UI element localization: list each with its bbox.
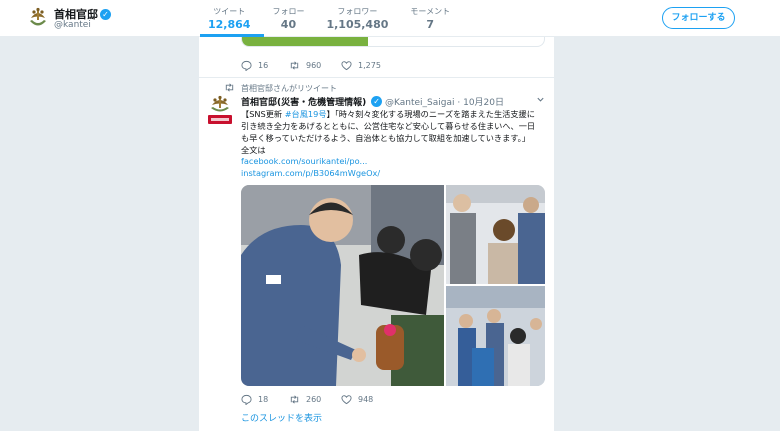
tweet-text-line-2: 引き続き全力をあげるとともに、公営住宅など安心して暮らせる住まいへ、一日 (241, 121, 536, 131)
avatar[interactable] (207, 95, 233, 126)
stat-tweets[interactable]: ツイート 12,864 (200, 0, 265, 37)
retweet-icon (290, 395, 299, 404)
stat-value: 40 (280, 18, 297, 31)
tweet-photo-bottom-right[interactable] (446, 286, 545, 386)
heart-icon (341, 61, 352, 71)
retweet-count: 960 (306, 61, 322, 70)
prev-tweet-actions: 16 960 1,275 (241, 60, 389, 71)
previous-tweet-card-preview[interactable] (241, 37, 545, 47)
profile-stats: ツイート 12,864 フォロー 40 フォロワー 1,105,480 モーメン… (200, 0, 464, 37)
like-count: 1,275 (358, 61, 381, 70)
tweet-text-line-3: も早く移っていただけるよう、自治体とも協力して取組を加速していきます。」 (241, 133, 530, 143)
reply-button[interactable]: 16 (241, 60, 289, 71)
tweet-text: 【SNS更新 #台風19号】「時々刻々変化する現場のニーズを踏まえた生活支援に … (241, 108, 549, 156)
stat-following[interactable]: フォロー 40 (264, 0, 318, 37)
heart-icon (341, 395, 352, 405)
reply-icon (241, 60, 252, 71)
card-image (242, 37, 368, 46)
stat-followers[interactable]: フォロワー 1,105,480 (318, 0, 402, 37)
tweet-divider (199, 77, 554, 78)
author-handle[interactable]: @Kantei_Saigai (385, 98, 455, 108)
hashtag-link[interactable]: #台風19号 (285, 109, 327, 119)
follow-button[interactable]: フォローする (662, 7, 735, 29)
profile-nav-bar: 首相官邸 ✓ @kantei ツイート 12,864 フォロー 40 フォロワー … (0, 0, 780, 37)
tweet-text-line-1: 【SNS更新 #台風19号】「時々刻々変化する現場のニーズを踏まえた生活支援に (241, 108, 549, 120)
timeline: 16 960 1,275 首相官邸さんがリツイート 首相官邸(災害・危機管理情報… (199, 37, 554, 431)
tweet-actions: 18 260 948 (241, 394, 389, 405)
show-thread-link[interactable]: このスレッドを表示 (241, 411, 322, 424)
author-name[interactable]: 首相官邸(災害・危機管理情報) (241, 98, 366, 108)
retweet-indicator-icon (225, 83, 234, 92)
stat-label: ツイート (213, 7, 246, 16)
text-segment: 【SNS更新 (241, 109, 285, 119)
retweet-context[interactable]: 首相官邸さんがリツイート (241, 83, 337, 94)
reply-icon (241, 394, 252, 405)
paulownia-crest-icon[interactable] (28, 6, 48, 30)
stat-label: フォロワー (337, 7, 378, 16)
stat-label: モーメント (410, 7, 451, 16)
account-handle[interactable]: @kantei (54, 20, 91, 30)
stat-value: 12,864 (208, 18, 251, 31)
tweet-photo-main[interactable] (241, 185, 444, 386)
stat-label: フォロー (272, 7, 305, 16)
retweet-button[interactable]: 260 (289, 394, 341, 405)
tweet-media-grid (241, 185, 545, 386)
instagram-link[interactable]: instagram.com/p/B3064mWgeOx/ (241, 168, 380, 178)
stat-moments[interactable]: モーメント 7 (402, 0, 464, 37)
tweet-timestamp[interactable]: · 10月20日 (457, 98, 504, 108)
retweet-button[interactable]: 960 (289, 60, 341, 71)
chevron-down-icon[interactable] (536, 95, 545, 104)
verified-badge-icon: ✓ (371, 96, 383, 107)
like-button[interactable]: 948 (341, 394, 389, 405)
facebook-link[interactable]: facebook.com/sourikantei/po... (241, 156, 367, 166)
stat-value: 7 (426, 18, 435, 31)
stat-value: 1,105,480 (326, 18, 389, 31)
reply-button[interactable]: 18 (241, 394, 289, 405)
tweet-date-text[interactable]: 10月20日 (463, 98, 504, 108)
retweet-count: 260 (306, 395, 322, 404)
reply-count: 18 (258, 395, 269, 404)
reply-count: 16 (258, 61, 269, 70)
text-segment: 】「時々刻々変化する現場のニーズを踏まえた生活支援に (326, 109, 535, 119)
tweet-text-line-4: 全文は (241, 145, 266, 155)
like-button[interactable]: 1,275 (341, 60, 389, 71)
tweet-photo-top-right[interactable] (446, 185, 545, 284)
verified-badge-icon: ✓ (100, 9, 111, 20)
like-count: 948 (358, 395, 374, 404)
tweet-header: 首相官邸(災害・危機管理情報) ✓ @Kantei_Saigai · 10月20… (241, 95, 504, 108)
retweet-icon (290, 61, 299, 70)
